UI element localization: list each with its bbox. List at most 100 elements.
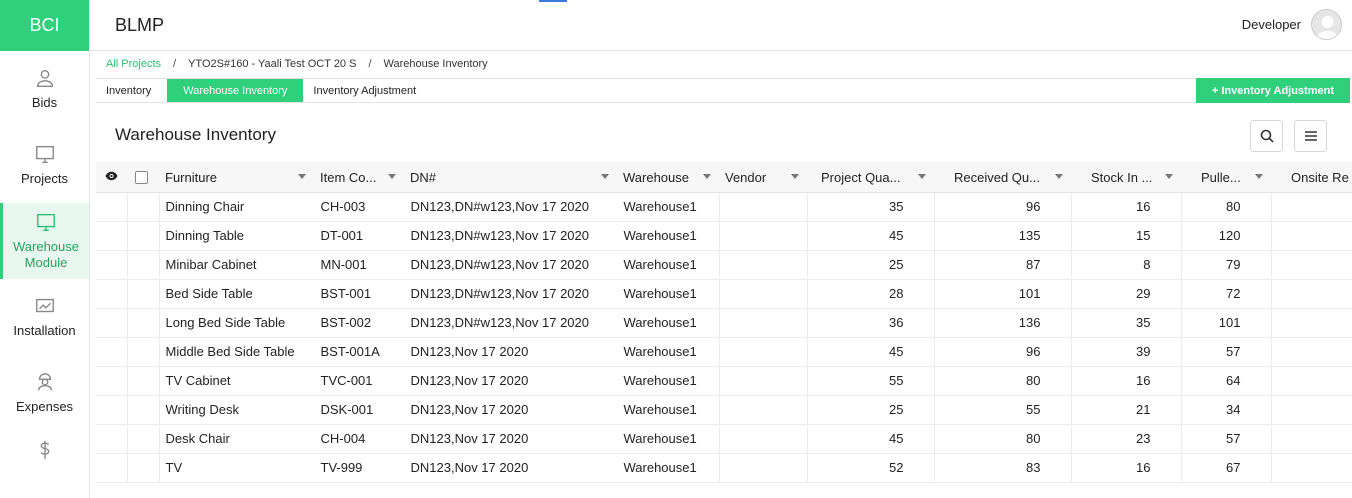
table-cell: BST-001 — [314, 279, 405, 309]
table-cell: TV-999 — [314, 453, 405, 483]
tab-bar: Inventory Warehouse Inventory Inventory … — [96, 78, 1350, 103]
chevron-down-icon[interactable] — [1165, 174, 1173, 179]
menu-button[interactable] — [1294, 120, 1327, 152]
table-cell: Warehouse1 — [617, 337, 720, 367]
column-header-vendor[interactable]: Vendor — [719, 162, 807, 193]
user-menu[interactable]: Developer — [1242, 9, 1342, 40]
row-checkbox-cell — [127, 279, 160, 309]
breadcrumb-all-projects[interactable]: All Projects — [106, 58, 161, 70]
avatar[interactable] — [1311, 9, 1342, 40]
table-cell: 45 — [807, 337, 935, 367]
tab-warehouse-inventory[interactable]: Warehouse Inventory — [167, 79, 304, 102]
table-cell: DT-001 — [314, 221, 405, 251]
table-row[interactable]: Dinning Table DT-001 DN123,DN#w123,Nov 17 … — [96, 221, 1352, 251]
row-checkbox-cell — [127, 453, 160, 483]
row-checkbox-cell — [127, 395, 160, 425]
chevron-down-icon[interactable] — [918, 174, 926, 179]
table-cell: 29 — [1071, 279, 1182, 309]
table-cell: Warehouse1 — [617, 192, 720, 222]
sidebar-item-bids[interactable]: Bids — [0, 51, 89, 127]
sidebar-item-billing[interactable] — [0, 431, 89, 471]
tab-inventory-adjustment[interactable]: Inventory Adjustment — [303, 79, 426, 102]
row-checkbox-cell — [127, 337, 160, 367]
column-header-onsite[interactable]: Onsite Re — [1271, 162, 1352, 193]
table-row[interactable]: Long Bed Side Table BST-002 DN123,DN#w123,… — [96, 308, 1352, 338]
column-header-project-quantity[interactable]: Project Qua... — [807, 162, 934, 193]
chevron-down-icon[interactable] — [1055, 174, 1063, 179]
table-cell: MN-001 — [314, 250, 405, 280]
hamburger-icon — [1304, 131, 1317, 141]
table-cell: DN123,Nov 17 2020 — [404, 395, 618, 425]
row-spacer — [96, 221, 128, 251]
search-button[interactable] — [1250, 120, 1283, 152]
table-row[interactable]: Bed Side Table BST-001 DN123,DN#w123,Nov 1… — [96, 279, 1352, 309]
breadcrumb-separator: / — [173, 58, 177, 70]
table-cell: 34 — [1181, 395, 1272, 425]
table-cell: 80 — [934, 424, 1072, 454]
table-cell: 35 — [1071, 308, 1182, 338]
chevron-down-icon[interactable] — [298, 174, 306, 179]
table-cell — [719, 221, 808, 251]
table-cell: TVC-001 — [314, 366, 405, 396]
sidebar-item-projects[interactable]: Projects — [0, 127, 89, 203]
table-cell: 79 — [1181, 250, 1272, 280]
sidebar-item-installation[interactable]: Installation — [0, 279, 89, 355]
table-cell: Warehouse1 — [617, 453, 720, 483]
table-row[interactable]: Middle Bed Side Table BST-001A DN123,Nov 1… — [96, 337, 1352, 367]
breadcrumb-project[interactable]: YTO2S#160 - Yaali Test OCT 20 S — [188, 58, 356, 70]
table-cell — [1271, 221, 1352, 251]
table-row[interactable]: TV TV-999 DN123,Nov 17 2020 Warehouse1 52 83 1… — [96, 453, 1352, 483]
table-cell: 16 — [1071, 192, 1182, 222]
table-cell: 101 — [934, 279, 1072, 309]
table-cell: 80 — [934, 366, 1072, 396]
sidebar-item-expenses[interactable]: Expenses — [0, 355, 89, 431]
table-cell: 45 — [807, 221, 935, 251]
chevron-down-icon[interactable] — [703, 174, 711, 179]
column-header-received-quantity[interactable]: Received Qu... — [934, 162, 1071, 193]
tab-inventory[interactable]: Inventory — [96, 79, 167, 102]
table-cell: Middle Bed Side Table — [159, 337, 315, 367]
sidebar-item-label: Projects — [21, 171, 68, 186]
table-cell: 57 — [1181, 424, 1272, 454]
table-cell: 45 — [807, 424, 935, 454]
table-cell — [1271, 453, 1352, 483]
column-header-furniture[interactable]: Furniture — [159, 162, 314, 193]
table-cell: Warehouse1 — [617, 221, 720, 251]
column-header-pulled[interactable]: Pulle... — [1181, 162, 1271, 193]
table-cell: 55 — [807, 366, 935, 396]
table-cell — [719, 308, 808, 338]
chevron-down-icon[interactable] — [601, 174, 609, 179]
table-cell: DN123,Nov 17 2020 — [404, 424, 618, 454]
column-header-warehouse[interactable]: Warehouse — [617, 162, 719, 193]
warehouse-icon — [37, 213, 55, 231]
person-icon — [36, 69, 53, 87]
chevron-down-icon[interactable] — [791, 174, 799, 179]
chevron-down-icon[interactable] — [388, 174, 396, 179]
select-all-checkbox[interactable] — [127, 162, 159, 193]
row-spacer — [96, 424, 128, 454]
table-cell — [719, 424, 808, 454]
table-row[interactable]: Dinning Chair CH-003 DN123,DN#w123,Nov 17 … — [96, 192, 1352, 222]
table-row[interactable]: TV Cabinet TVC-001 DN123,Nov 17 2020 Wareho… — [96, 366, 1352, 396]
chevron-down-icon[interactable] — [1255, 174, 1263, 179]
sidebar-item-warehouse-module[interactable]: Warehouse Module — [0, 203, 89, 279]
table-cell: DSK-001 — [314, 395, 405, 425]
column-header-item-code[interactable]: Item Co... — [314, 162, 404, 193]
table-cell: 28 — [807, 279, 935, 309]
table-row[interactable]: Writing Desk DSK-001 DN123,Nov 17 2020 Ware… — [96, 395, 1352, 425]
row-checkbox-cell — [127, 424, 160, 454]
table-cell: 23 — [1071, 424, 1182, 454]
page-title: Warehouse Inventory — [115, 125, 276, 144]
column-header-stock-in[interactable]: Stock In ... — [1071, 162, 1181, 193]
table-cell — [719, 453, 808, 483]
sidebar-item-label: Bids — [31, 95, 58, 110]
sidebar: BCI Bids Projects Warehouse Module Instal… — [0, 0, 90, 498]
add-inventory-adjustment-button[interactable]: + Inventory Adjustment — [1195, 78, 1350, 103]
table-cell — [719, 192, 808, 222]
table-row[interactable]: Desk Chair CH-004 DN123,Nov 17 2020 Warehou… — [96, 424, 1352, 454]
table-row[interactable]: Minibar Cabinet MN-001 DN123,DN#w123,Nov 1… — [96, 250, 1352, 280]
app-logo[interactable]: BCI — [0, 0, 89, 51]
column-header-dn[interactable]: DN# — [404, 162, 617, 193]
loading-indicator — [539, 0, 567, 2]
column-visibility-toggle[interactable] — [96, 162, 127, 193]
